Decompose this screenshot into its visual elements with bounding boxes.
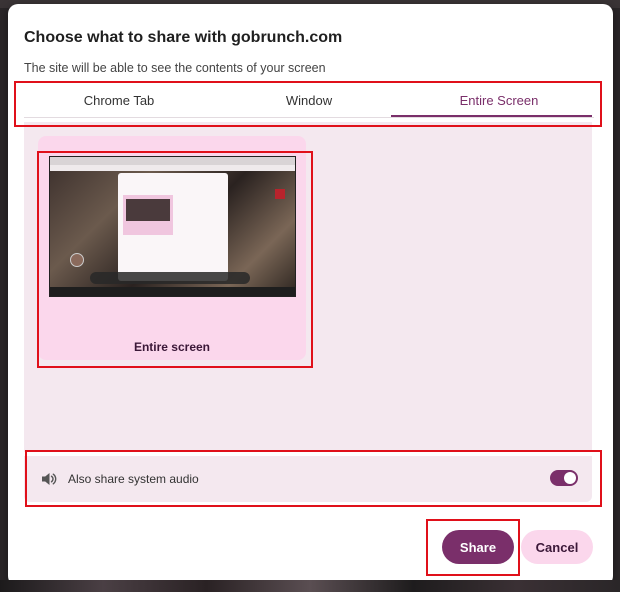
- preview-dock: [90, 272, 250, 284]
- desktop-background-bottom: [0, 580, 620, 592]
- active-tab-indicator: [391, 115, 592, 117]
- preview-red-badge: [275, 189, 285, 199]
- tab-entire-screen[interactable]: Entire Screen: [404, 88, 594, 118]
- preview-share-dialog: [118, 173, 228, 281]
- screen-preview-thumbnail: [49, 156, 296, 297]
- dialog-title: Choose what to share with gobrunch.com: [24, 29, 343, 46]
- entire-screen-label: Entire screen: [133, 340, 211, 354]
- share-button[interactable]: Share: [442, 530, 514, 564]
- tab-baseline: [24, 117, 594, 118]
- toggle-knob: [564, 472, 576, 484]
- speaker-icon: [42, 473, 57, 485]
- preview-taskbar: [50, 287, 295, 296]
- preview-dialog-thumbnail: [126, 199, 170, 221]
- system-audio-label: Also share system audio: [68, 472, 199, 486]
- cancel-button[interactable]: Cancel: [521, 530, 593, 564]
- share-source-tabs: Chrome Tab Window Entire Screen: [24, 88, 594, 118]
- share-screen-dialog: Choose what to share with gobrunch.com T…: [8, 4, 613, 586]
- preview-address-bar: [50, 165, 295, 171]
- preview-avatar: [70, 253, 84, 267]
- system-audio-toggle[interactable]: [550, 470, 578, 486]
- system-audio-row: Also share system audio: [24, 456, 592, 502]
- preview-browser-bar: [50, 157, 295, 165]
- dialog-subtitle: The site will be able to see the content…: [24, 61, 326, 75]
- source-picker-panel: Entire screen: [24, 122, 592, 452]
- tab-window[interactable]: Window: [214, 88, 404, 118]
- tab-chrome-tab[interactable]: Chrome Tab: [24, 88, 214, 118]
- entire-screen-option[interactable]: Entire screen: [38, 136, 306, 360]
- preview-dialog-panel: [123, 195, 173, 235]
